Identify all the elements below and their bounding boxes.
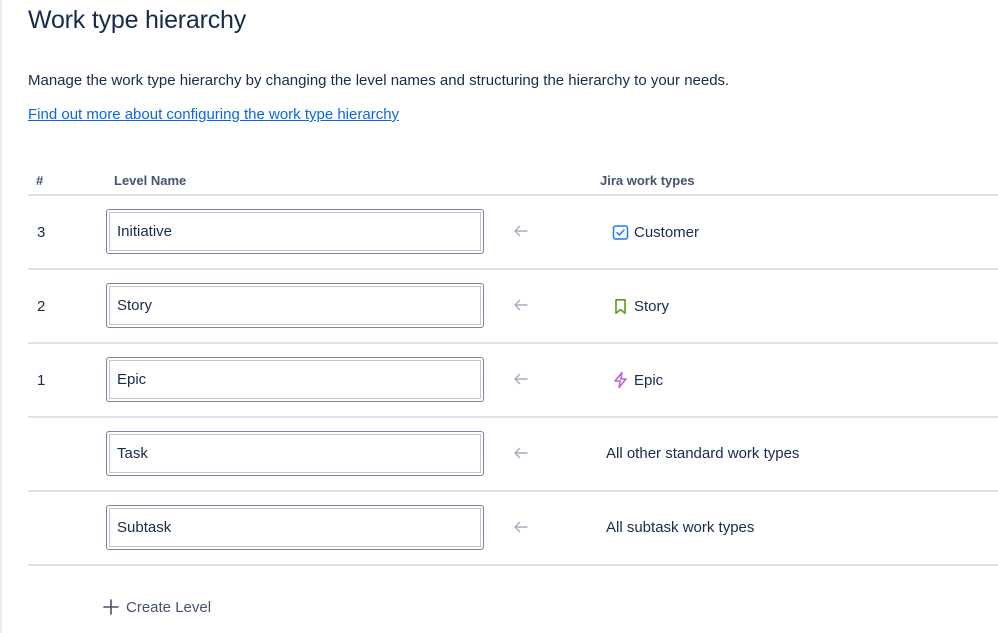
work-type-label: All subtask work types <box>606 519 755 536</box>
level-number: 2 <box>37 298 46 315</box>
level-name-input[interactable] <box>106 357 484 402</box>
level-name-input[interactable] <box>106 283 484 328</box>
arrow-left-icon <box>514 521 528 533</box>
column-header-jira-work-types: Jira work types <box>600 173 695 188</box>
arrow-left-icon <box>514 225 528 237</box>
create-level-label: Create Level <box>126 598 212 616</box>
level-name-input[interactable] <box>106 505 484 550</box>
lightning-icon <box>614 371 627 389</box>
table-row: 2 Story <box>28 270 998 344</box>
column-header-level-name: Level Name <box>114 173 187 188</box>
page: Work type hierarchy Manage the work type… <box>0 0 998 633</box>
table-row: 1 Epic <box>28 344 998 418</box>
table-row: All subtask work types <box>28 492 998 566</box>
level-number: 1 <box>37 372 46 389</box>
work-type-label: All other standard work types <box>606 445 800 462</box>
work-type-label: Story <box>634 297 670 315</box>
table-header: # Level Name Jira work types <box>28 172 998 196</box>
work-type-label: Epic <box>634 371 664 389</box>
arrow-left-icon <box>514 447 528 459</box>
level-name-input[interactable] <box>106 431 484 476</box>
arrow-left-icon <box>514 373 528 385</box>
table-row: All other standard work types <box>28 418 998 492</box>
page-description: Manage the work type hierarchy by changi… <box>28 72 730 89</box>
work-type-label: Customer <box>634 223 700 241</box>
arrow-left-icon <box>514 299 528 311</box>
work-type-customer: Customer <box>612 222 699 242</box>
help-link[interactable]: Find out more about configuring the work… <box>28 106 399 123</box>
level-name-input[interactable] <box>106 209 484 254</box>
column-header-number: # <box>36 173 44 188</box>
bookmark-icon <box>615 298 626 314</box>
create-level-button[interactable]: Create Level <box>102 598 211 616</box>
checkbox-icon <box>612 224 629 240</box>
page-title: Work type hierarchy <box>28 6 247 34</box>
work-type-epic: Epic <box>612 370 663 390</box>
level-number: 3 <box>37 224 46 241</box>
plus-icon <box>103 599 119 615</box>
work-type-story: Story <box>612 296 669 316</box>
table-row: 3 Customer <box>28 196 998 270</box>
